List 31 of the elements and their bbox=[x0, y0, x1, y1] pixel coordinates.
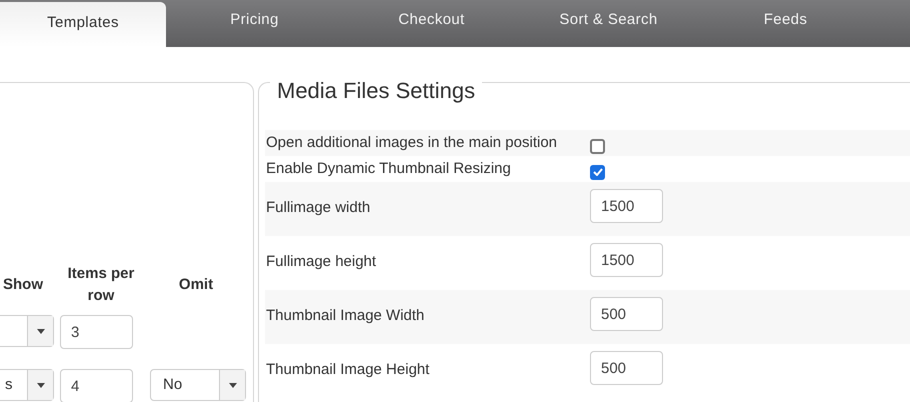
text-input[interactable]: 1500 bbox=[590, 243, 663, 277]
section-title: Media Files Settings bbox=[277, 78, 476, 103]
tab[interactable]: Templates bbox=[0, 2, 166, 47]
dropdown[interactable]: s bbox=[0, 369, 54, 401]
checkbox[interactable] bbox=[590, 164, 605, 180]
text-input[interactable]: 1500 bbox=[590, 189, 663, 223]
text-input[interactable]: 500 bbox=[590, 297, 663, 331]
caret-icon bbox=[36, 328, 44, 334]
tab[interactable]: Feeds bbox=[697, 0, 874, 47]
setting-label: Open additional images in the main position bbox=[266, 132, 558, 153]
dropdown[interactable]: No bbox=[150, 369, 246, 401]
column-header: Show bbox=[2, 275, 44, 295]
setting-label: Thumbnail Image Height bbox=[266, 360, 430, 380]
tab[interactable]: Sort & Search bbox=[520, 0, 697, 47]
checkmark-icon bbox=[592, 168, 602, 176]
caret-icon bbox=[228, 382, 236, 388]
caret-icon bbox=[36, 382, 44, 388]
column-header: Items per row bbox=[66, 264, 136, 306]
text-input[interactable]: 500 bbox=[590, 351, 663, 385]
dropdown-value: s bbox=[5, 374, 12, 395]
checkbox[interactable] bbox=[590, 138, 605, 154]
setting-label: Fullimage height bbox=[266, 252, 378, 272]
tab[interactable]: Pricing bbox=[166, 0, 343, 47]
column-header: Omit bbox=[178, 275, 214, 295]
tab[interactable]: Checkout bbox=[343, 0, 520, 47]
text-input[interactable]: 3 bbox=[60, 315, 133, 349]
setting-label: Enable Dynamic Thumbnail Resizing bbox=[266, 158, 512, 179]
dropdown-value: No bbox=[163, 374, 182, 395]
text-input[interactable]: 4 bbox=[60, 369, 133, 402]
setting-label: Thumbnail Image Width bbox=[266, 306, 426, 326]
setting-label: Fullimage width bbox=[266, 198, 372, 218]
